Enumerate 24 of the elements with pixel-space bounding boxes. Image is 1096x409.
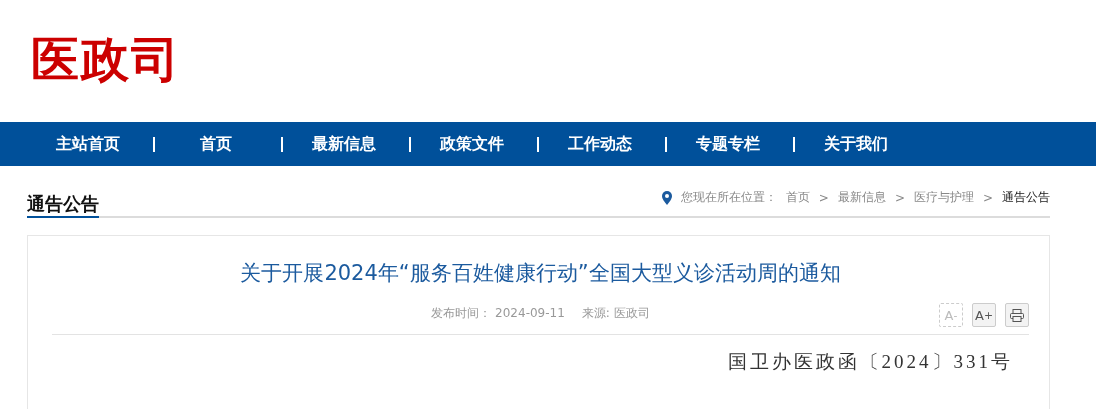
breadcrumb-link[interactable]: 医疗与护理 <box>913 189 974 206</box>
nav-link[interactable]: 首页 <box>155 133 277 155</box>
breadcrumb-separator: > <box>818 190 829 205</box>
breadcrumb-separator: > <box>982 190 993 205</box>
article-title: 关于开展2024年“服务百姓健康行动”全国大型义诊活动周的通知 <box>239 260 842 287</box>
breadcrumb-link[interactable]: 通告公告 <box>1002 189 1050 206</box>
print-button[interactable] <box>1005 303 1029 327</box>
printer-icon <box>1010 308 1024 322</box>
breadcrumb-link[interactable]: 最新信息 <box>837 189 886 206</box>
meta-text: 来源: 医政司 <box>581 304 650 322</box>
nav-link[interactable]: 工作动态 <box>539 133 661 155</box>
nav-link[interactable]: 政策文件 <box>411 133 533 155</box>
breadcrumb-label: 您现在所在位置： <box>680 189 777 206</box>
nav-link[interactable]: 最新信息 <box>283 133 405 155</box>
location-pin-icon <box>661 190 672 205</box>
document-number: 国卫办医政函〔2024〕331号 <box>726 350 1014 374</box>
nav-link[interactable]: 专题专栏 <box>667 133 789 155</box>
nav-link[interactable]: 主站首页 <box>27 133 149 155</box>
meta-text: 发布时间： 2024-09-11 <box>431 304 565 322</box>
breadcrumb-link[interactable]: 首页 <box>785 189 810 206</box>
site-logo[interactable]: 医政司 <box>31 30 181 88</box>
breadcrumb-separator: > <box>894 190 905 205</box>
section-title: 通告公告 <box>27 193 99 218</box>
nav-link[interactable]: 关于我们 <box>795 133 917 155</box>
